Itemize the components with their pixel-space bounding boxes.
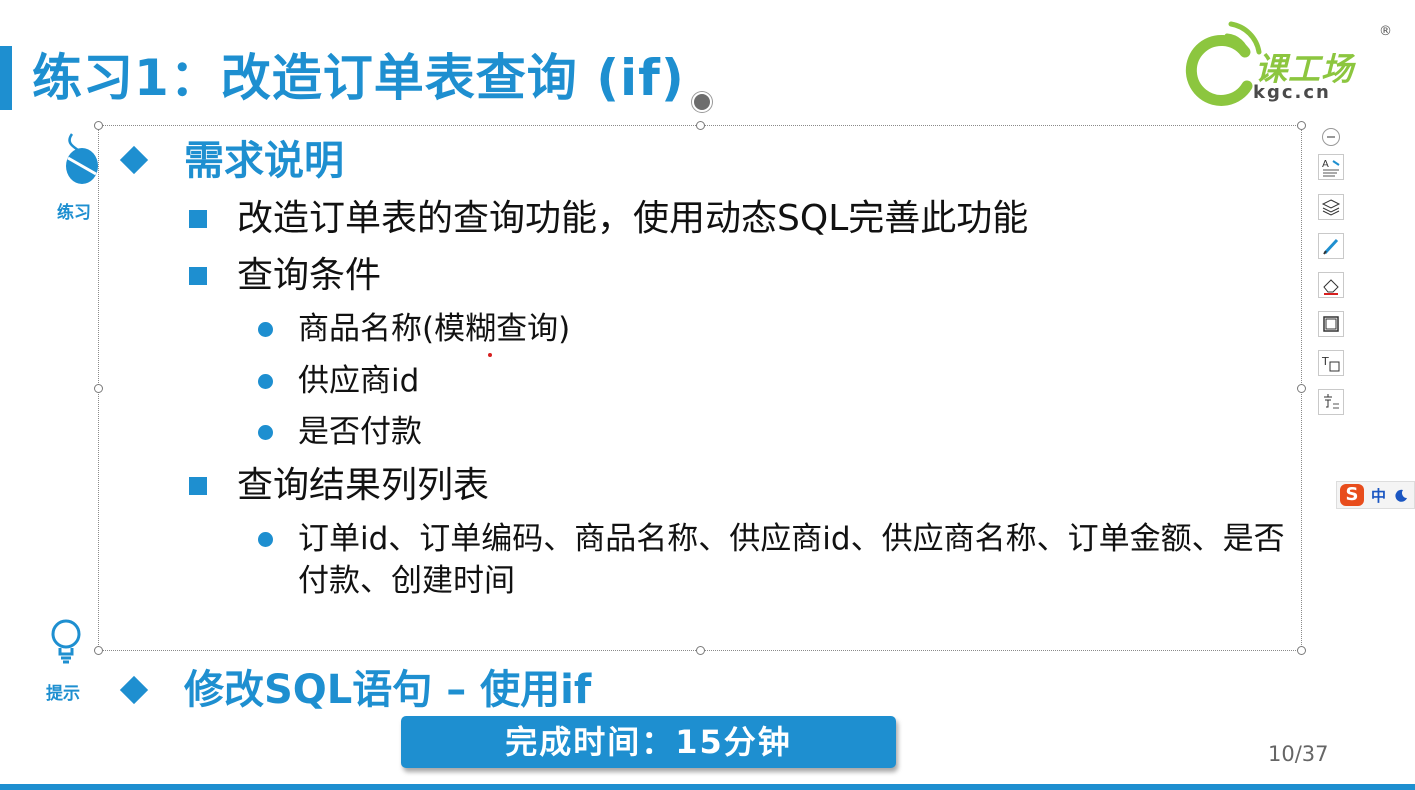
list-item: 查询结果列列表 bbox=[237, 465, 490, 506]
layers-icon[interactable] bbox=[1318, 194, 1344, 220]
resize-handle-n[interactable] bbox=[696, 121, 705, 130]
slide-title: 练习1：改造订单表查询 (if) bbox=[32, 49, 685, 107]
square-bullet-icon bbox=[189, 477, 207, 495]
resize-handle-ne[interactable] bbox=[1297, 121, 1306, 130]
sub-list-item: 供应商id bbox=[298, 363, 420, 399]
registered-mark: ® bbox=[1379, 24, 1392, 39]
moon-icon[interactable] bbox=[1394, 489, 1408, 503]
circle-bullet-icon bbox=[258, 532, 273, 547]
svg-text:A: A bbox=[1322, 159, 1329, 170]
logo-domain: kgc.cn bbox=[1253, 82, 1331, 103]
resize-handle-se[interactable] bbox=[1297, 646, 1306, 655]
completion-time-bar: 完成时间：15分钟 bbox=[401, 716, 896, 768]
font-icon[interactable] bbox=[1318, 389, 1344, 415]
square-bullet-icon bbox=[189, 210, 207, 228]
circle-bullet-icon bbox=[258, 322, 273, 337]
resize-handle-sw[interactable] bbox=[94, 646, 103, 655]
list-item: 查询条件 bbox=[237, 255, 382, 296]
eraser-icon[interactable] bbox=[1318, 272, 1344, 298]
side-label-practice: 练习 bbox=[57, 203, 91, 223]
bottom-accent-line bbox=[0, 784, 1415, 790]
sub-list-item: 是否付款 bbox=[298, 414, 422, 450]
resize-handle-w[interactable] bbox=[94, 384, 103, 393]
sogou-ime-icon[interactable]: S bbox=[1340, 484, 1364, 506]
title-accent-bar bbox=[0, 46, 12, 110]
pen-icon[interactable] bbox=[1318, 233, 1344, 259]
resize-handle-s[interactable] bbox=[696, 646, 705, 655]
circle-bullet-icon bbox=[258, 374, 273, 389]
ime-status-bar[interactable]: S 中 bbox=[1336, 481, 1415, 509]
resize-handle-nw[interactable] bbox=[94, 121, 103, 130]
square-bullet-icon bbox=[189, 267, 207, 285]
sub-list-item: 订单id、订单编码、商品名称、供应商id、供应商名称、订单金额、是否付款、创建时… bbox=[298, 521, 1285, 599]
lightbulb-icon bbox=[48, 618, 84, 668]
mouse-icon bbox=[60, 130, 102, 190]
rotate-handle[interactable] bbox=[692, 92, 712, 112]
ime-mode-label[interactable]: 中 bbox=[1371, 485, 1386, 506]
section-heading: 需求说明 bbox=[184, 138, 344, 184]
frame-icon[interactable] bbox=[1318, 311, 1344, 337]
text-box-icon[interactable]: T bbox=[1318, 350, 1344, 376]
minus-circle-icon[interactable] bbox=[1322, 128, 1340, 146]
laser-pointer-dot bbox=[488, 353, 492, 357]
text-format-icon[interactable]: A bbox=[1318, 154, 1344, 180]
svg-text:T: T bbox=[1321, 355, 1329, 368]
resize-handle-e[interactable] bbox=[1297, 384, 1306, 393]
hint-text: 修改SQL语句 – 使用if bbox=[184, 667, 592, 713]
page-number: 10/37 bbox=[1268, 742, 1329, 766]
sub-list-item: 商品名称(模糊查询) bbox=[298, 311, 571, 347]
kgc-logo: 课工场 kgc.cn ® bbox=[1183, 14, 1403, 106]
side-label-hint: 提示 bbox=[46, 684, 80, 704]
list-item: 改造订单表的查询功能，使用动态SQL完善此功能 bbox=[237, 198, 1029, 239]
diamond-bullet-icon bbox=[119, 675, 149, 705]
circle-bullet-icon bbox=[258, 425, 273, 440]
